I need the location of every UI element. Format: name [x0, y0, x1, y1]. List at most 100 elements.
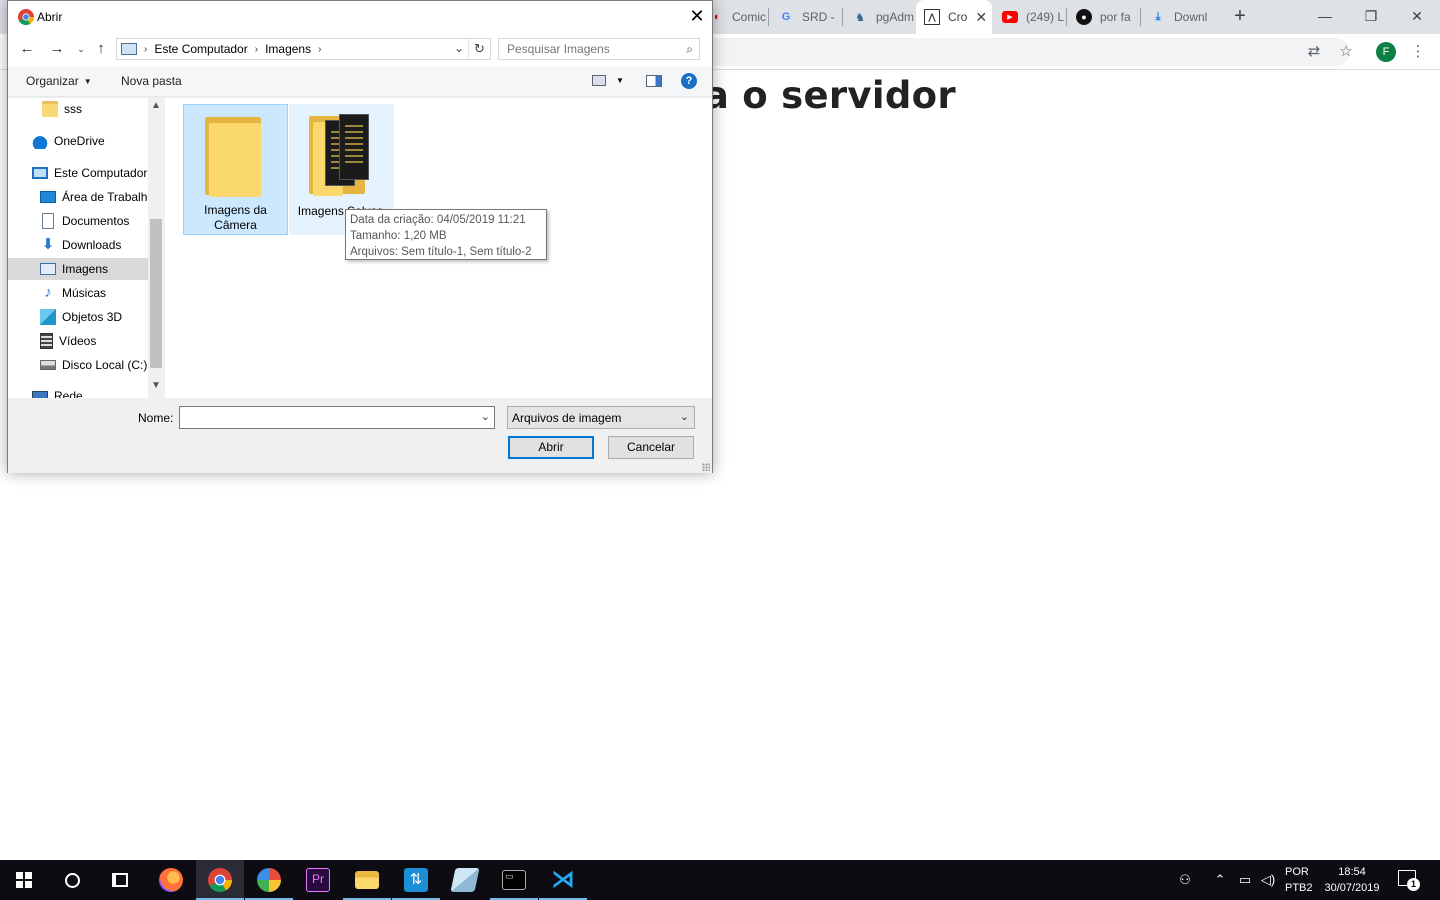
chevron-down-icon[interactable]: ⌄ [481, 410, 490, 423]
task-view-button[interactable] [96, 860, 144, 900]
nav-item-sss[interactable]: sss [42, 98, 148, 120]
refresh-icon[interactable]: ↻ [468, 39, 490, 59]
network-tray-icon[interactable]: ▭ [1237, 872, 1253, 888]
chevron-down-icon[interactable]: ⌄ [454, 41, 464, 55]
nav-pane-scrollbar[interactable]: ▲ ▼ [148, 98, 164, 398]
nav-item-label: Objetos 3D [62, 310, 123, 324]
caret-down-icon: ▼ [83, 77, 92, 86]
croodle-icon: ⋀ [924, 9, 940, 25]
search-taskbar-button[interactable] [48, 860, 96, 900]
nav-item-local-disk[interactable]: Disco Local (C:) [40, 354, 148, 376]
task-view-icon [112, 873, 128, 887]
breadcrumb-item-images[interactable]: Imagens [265, 42, 311, 56]
translate-icon[interactable]: ⇄ [1304, 42, 1324, 62]
breadcrumb-item-computer[interactable]: Este Computador [154, 42, 247, 56]
resize-grip-icon[interactable] [702, 463, 710, 471]
bookmark-star-icon[interactable]: ☆ [1336, 42, 1356, 62]
caret-down-icon[interactable]: ▼ [616, 76, 624, 85]
cancel-button[interactable]: Cancelar [608, 436, 694, 459]
nav-item-computer[interactable]: Este Computador [32, 162, 148, 184]
taskbar-filezilla[interactable]: ⇅ [392, 860, 440, 900]
menu-kebab-icon[interactable]: ⋮ [1408, 42, 1428, 62]
taskbar-chrome[interactable] [196, 860, 244, 900]
new-folder-button[interactable]: Nova pasta [121, 74, 182, 88]
profile-avatar[interactable]: F [1376, 42, 1396, 62]
keyboard-layout: PTB2 [1285, 882, 1313, 894]
nav-item-music[interactable]: ♪ Músicas [40, 282, 148, 304]
tab-separator [842, 8, 843, 26]
browser-tab-srd[interactable]: G SRD - [770, 0, 842, 34]
address-bar[interactable] [700, 38, 1350, 66]
scrollbar-thumb[interactable] [150, 219, 162, 368]
tab-separator [1066, 8, 1067, 26]
file-type-select[interactable]: Arquivos de imagem ⌄ [507, 406, 695, 429]
open-button[interactable]: Abrir [508, 436, 594, 459]
folder-tooltip: Data da criação: 04/05/2019 11:21 Tamanh… [345, 209, 547, 260]
browser-tab-youtube[interactable]: ▶ (249) L [994, 0, 1064, 34]
scroll-down-icon[interactable]: ▼ [148, 380, 164, 391]
downloads-icon: ⬇ [41, 236, 55, 253]
view-mode-icon[interactable] [592, 75, 606, 86]
taskbar-vscode[interactable]: ⋊ [539, 860, 587, 900]
file-type-value: Arquivos de imagem [512, 411, 622, 425]
tab-separator [1140, 8, 1141, 26]
preview-pane-icon[interactable] [646, 75, 662, 87]
help-icon[interactable]: ? [681, 73, 697, 89]
forward-arrow-icon[interactable]: → [48, 40, 66, 58]
browser-tab-active[interactable]: ⋀ Cro ✕ [916, 0, 992, 34]
window-close-button[interactable]: ✕ [1394, 0, 1440, 32]
taskbar-notes-app[interactable] [441, 860, 489, 900]
filename-input[interactable] [180, 407, 475, 428]
nav-item-desktop[interactable]: Área de Trabalho [40, 186, 154, 208]
nav-item-label: Rede [54, 389, 83, 398]
computer-icon [32, 167, 48, 179]
tab-title: pgAdm [876, 10, 915, 24]
taskbar-premiere[interactable]: Pr [294, 860, 342, 900]
chevron-up-icon[interactable]: ⌃ [1212, 872, 1228, 888]
nav-item-onedrive[interactable]: OneDrive [32, 130, 148, 152]
taskbar-file-explorer[interactable] [343, 860, 391, 900]
scroll-up-icon[interactable]: ▲ [148, 100, 164, 111]
language-indicator[interactable]: POR PTB2 [1285, 864, 1313, 896]
people-icon[interactable]: ⚇ [1177, 872, 1193, 888]
taskbar-firefox[interactable] [147, 860, 195, 900]
computer-mini-icon [121, 43, 137, 55]
new-tab-button[interactable]: + [1229, 5, 1251, 27]
thumbnail-image [339, 114, 369, 180]
minimize-button[interactable]: — [1302, 0, 1348, 32]
volume-icon[interactable]: ◁) [1260, 872, 1276, 888]
search-icon[interactable]: ⌕ [686, 42, 693, 57]
up-arrow-icon[interactable]: ↑ [92, 40, 110, 58]
network-icon [32, 391, 48, 398]
nav-item-3d-objects[interactable]: Objetos 3D [40, 306, 148, 328]
organize-button[interactable]: Organizar ▼ [26, 74, 92, 88]
nav-item-label: Este Computador [54, 166, 148, 180]
nav-item-documents[interactable]: Documentos [40, 210, 148, 232]
browser-tab-downloads[interactable]: ⤓ Downl [1142, 0, 1214, 34]
nav-item-downloads[interactable]: ⬇ Downloads [40, 234, 148, 256]
taskbar-terminal[interactable]: ▭ [490, 860, 538, 900]
breadcrumb[interactable]: › Este Computador › Imagens › ⌄ ↻ [116, 38, 491, 60]
dialog-title-bar: Abrir ✕ [8, 1, 712, 32]
folder-preview-thumbnails [325, 114, 373, 194]
search-input[interactable] [499, 39, 674, 59]
restore-button[interactable]: ❐ [1348, 0, 1394, 32]
back-arrow-icon[interactable]: ← [18, 40, 36, 58]
clock[interactable]: 18:54 30/07/2019 [1320, 864, 1384, 896]
nav-item-images[interactable]: Imagens [8, 258, 148, 280]
nav-item-videos[interactable]: Vídeos [40, 330, 148, 352]
browser-tab-github[interactable]: ● por fa [1068, 0, 1140, 34]
dialog-close-button[interactable]: ✕ [686, 5, 708, 27]
tab-title: SRD - [802, 10, 835, 24]
recent-locations-icon[interactable]: ⌄ [72, 40, 90, 58]
clock-date: 30/07/2019 [1324, 882, 1380, 894]
browser-tab-pgadmin[interactable]: ♞ pgAdm [844, 0, 916, 34]
nav-item-label: Área de Trabalho [62, 190, 155, 204]
close-icon[interactable]: ✕ [975, 9, 987, 26]
start-button[interactable] [0, 860, 48, 900]
taskbar-davinci[interactable] [245, 860, 293, 900]
folder-item-camera[interactable]: Imagens da Câmera [183, 104, 288, 235]
nav-item-network[interactable]: Rede [32, 385, 148, 398]
onedrive-icon [32, 133, 48, 149]
clock-time: 18:54 [1338, 866, 1366, 878]
